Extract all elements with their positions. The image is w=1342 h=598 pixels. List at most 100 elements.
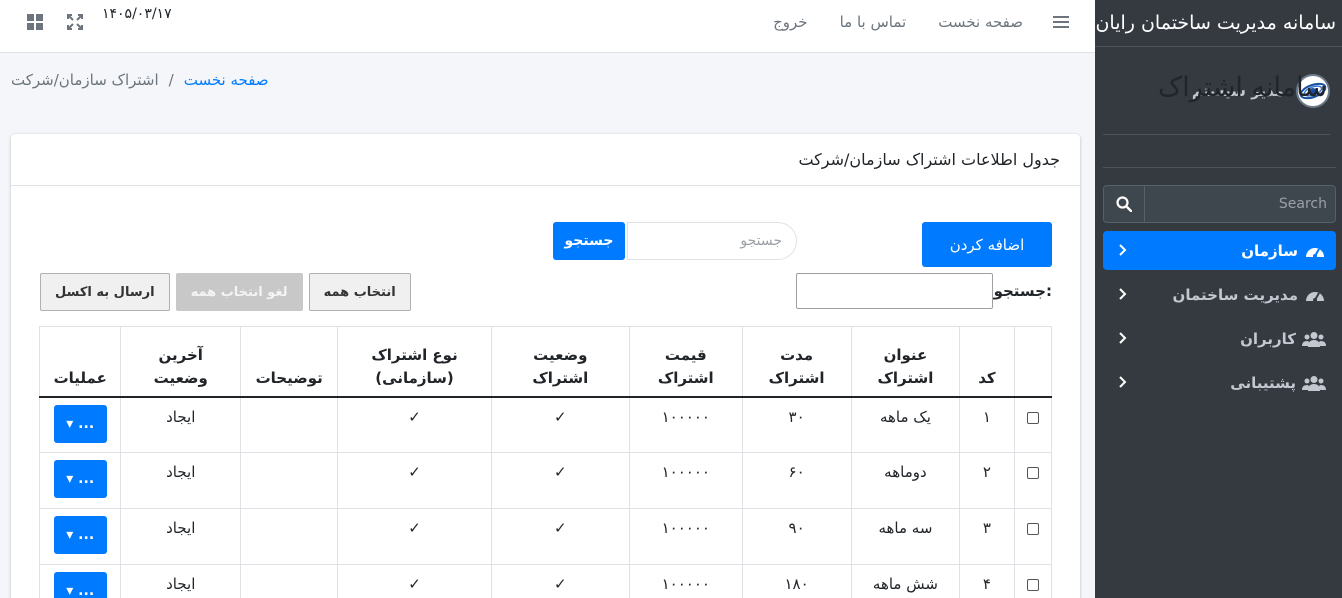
search-group: جستجو xyxy=(553,222,797,260)
operations-dropdown-button[interactable]: ... ▾ xyxy=(53,460,107,498)
row-checkbox[interactable] xyxy=(1026,467,1039,479)
sidebar-item-users[interactable]: کاربران xyxy=(1103,319,1336,358)
sidebar-search xyxy=(1103,185,1336,223)
header-code[interactable]: کد xyxy=(959,326,1015,398)
breadcrumb-separator: / xyxy=(168,71,174,89)
sidebar-item-label: مدیریت ساختمان xyxy=(1172,285,1298,304)
row-checkbox[interactable] xyxy=(1026,411,1039,424)
sidebar-item-support[interactable]: پشتیبانی xyxy=(1103,363,1336,402)
cell-description xyxy=(240,396,339,453)
chevron-left-icon xyxy=(1117,330,1127,348)
header-status[interactable]: وضعیت اشتراک xyxy=(490,326,630,398)
header-operations: عملیات xyxy=(38,326,122,398)
dashboard-gauge-icon xyxy=(1306,247,1324,258)
cell-title: شش ماهه xyxy=(850,564,961,598)
dashboard-gauge-icon xyxy=(1306,291,1324,302)
cell-status: ✓ xyxy=(490,396,630,453)
cell-description xyxy=(240,452,339,509)
search-button[interactable]: جستجو xyxy=(553,222,625,260)
grid-icon[interactable] xyxy=(26,13,44,31)
topbar: صفحه نخست تماس با ما خروج ۱۴۰۵/۰۳/۱۷ xyxy=(0,0,1095,53)
breadcrumb-current: اشتراک سازمان/شرکت xyxy=(11,71,159,89)
sidebar-item-building-management[interactable]: مدیریت ساختمان xyxy=(1103,275,1336,314)
nav-link-home[interactable]: صفحه نخست xyxy=(922,13,1039,31)
header-type[interactable]: نوع اشتراک (سازمانی) xyxy=(337,326,492,398)
table-row: ۳ سه ماهه ۹۰ ۱۰۰۰۰۰ ✓ ✓ ایجاد ... ▾ xyxy=(38,508,1053,565)
sidebar-search-input[interactable] xyxy=(1145,186,1335,222)
select-all-button[interactable]: انتخاب همه xyxy=(308,273,411,311)
row-checkbox-cell xyxy=(1013,564,1053,598)
cell-price: ۱۰۰۰۰۰ xyxy=(628,508,743,565)
header-duration[interactable]: مدت اشتراک xyxy=(741,326,852,398)
cell-price: ۱۰۰۰۰۰ xyxy=(628,452,743,509)
export-excel-button[interactable]: ارسال به اکسل xyxy=(40,273,170,311)
cell-type: ✓ xyxy=(337,508,492,565)
row-checkbox-cell xyxy=(1013,452,1053,509)
top-nav: صفحه نخست تماس با ما خروج xyxy=(757,11,1075,33)
cell-code: ۲ xyxy=(959,452,1015,509)
subscription-card: جدول اطلاعات اشتراک سازمان/شرکت اضافه کر… xyxy=(11,134,1080,598)
cell-operations: ... ▾ xyxy=(38,564,122,598)
top-tools: ۱۴۰۵/۰۳/۱۷ xyxy=(26,6,172,31)
sidebar-item-label: پشتیبانی xyxy=(1230,373,1296,392)
cell-last-status: ایجاد xyxy=(120,564,242,598)
breadcrumb: صفحه نخست / اشتراک سازمان/شرکت xyxy=(11,71,269,89)
row-checkbox[interactable] xyxy=(1026,523,1039,535)
cell-status: ✓ xyxy=(490,508,630,565)
cell-last-status: ایجاد xyxy=(120,508,242,565)
nav-link-contact[interactable]: تماس با ما xyxy=(824,13,923,31)
header-price[interactable]: قیمت اشتراک xyxy=(628,326,743,398)
cell-code: ۳ xyxy=(959,508,1015,565)
row-checkbox-cell xyxy=(1013,508,1053,565)
subscription-table: کد عنوان اشتراک مدت اشتراک قیمت اشتراک وضعی… xyxy=(38,326,1053,598)
cell-title: دوماهه xyxy=(850,452,961,509)
brand-title: سامانه مدیریت ساختمان رایان xyxy=(1095,12,1336,34)
search-input[interactable] xyxy=(627,222,797,260)
breadcrumb-home-link[interactable]: صفحه نخست xyxy=(184,71,269,89)
row-checkbox-cell xyxy=(1013,396,1053,453)
header-description[interactable]: توضیحات xyxy=(240,326,339,398)
chevron-left-icon xyxy=(1117,374,1127,392)
cell-last-status: ایجاد xyxy=(120,396,242,453)
menu-toggle-icon[interactable] xyxy=(1053,11,1075,33)
header-select xyxy=(1013,326,1053,398)
cell-last-status: ایجاد xyxy=(120,452,242,509)
sidebar-search-button[interactable] xyxy=(1104,186,1145,222)
cell-description xyxy=(240,508,339,565)
cell-duration: ۱۸۰ xyxy=(741,564,852,598)
card-title: جدول اطلاعات اشتراک سازمان/شرکت xyxy=(11,134,1080,186)
table-filter-input[interactable] xyxy=(796,273,993,309)
cell-type: ✓ xyxy=(337,396,492,453)
chevron-left-icon xyxy=(1117,242,1127,260)
cell-description xyxy=(240,564,339,598)
cell-duration: ۹۰ xyxy=(741,508,852,565)
row-checkbox[interactable] xyxy=(1026,579,1039,591)
operations-dropdown-button[interactable]: ... ▾ xyxy=(53,516,107,554)
cell-type: ✓ xyxy=(337,452,492,509)
fullscreen-icon[interactable] xyxy=(66,13,84,31)
operations-dropdown-button[interactable]: ... ▾ xyxy=(53,572,107,598)
header-last-status[interactable]: آخرین وضعیت xyxy=(120,326,242,398)
chevron-left-icon xyxy=(1117,286,1127,304)
table-row: ۱ یک ماهه ۳۰ ۱۰۰۰۰۰ ✓ ✓ ایجاد ... ▾ xyxy=(38,396,1053,453)
cell-duration: ۳۰ xyxy=(741,396,852,453)
sidebar-item-organization[interactable]: سازمان xyxy=(1103,231,1336,270)
current-date: ۱۴۰۵/۰۳/۱۷ xyxy=(102,6,172,22)
cell-title: سه ماهه xyxy=(850,508,961,565)
cell-operations: ... ▾ xyxy=(38,396,122,453)
add-button[interactable]: اضافه کردن xyxy=(922,222,1052,267)
table-header-row: کد عنوان اشتراک مدت اشتراک قیمت اشتراک وضعی… xyxy=(38,326,1053,398)
subscription-table-wrap: کد عنوان اشتراک مدت اشتراک قیمت اشتراک وضعی… xyxy=(38,326,1053,598)
cell-status: ✓ xyxy=(490,452,630,509)
header-title[interactable]: عنوان اشتراک xyxy=(850,326,961,398)
cell-operations: ... ▾ xyxy=(38,452,122,509)
operations-dropdown-button[interactable]: ... ▾ xyxy=(53,404,107,443)
table-row: ۴ شش ماهه ۱۸۰ ۱۰۰۰۰۰ ✓ ✓ ایجاد ... ▾ xyxy=(38,564,1053,598)
deselect-all-button[interactable]: لغو انتخاب همه xyxy=(175,273,303,311)
sidebar-item-label: کاربران xyxy=(1240,329,1296,348)
users-icon xyxy=(1302,331,1326,347)
nav-link-logout[interactable]: خروج xyxy=(757,13,823,31)
sidebar-divider xyxy=(1103,167,1336,168)
brand[interactable]: سامانه مدیریت ساختمان رایان xyxy=(1095,0,1342,47)
cell-type: ✓ xyxy=(337,564,492,598)
